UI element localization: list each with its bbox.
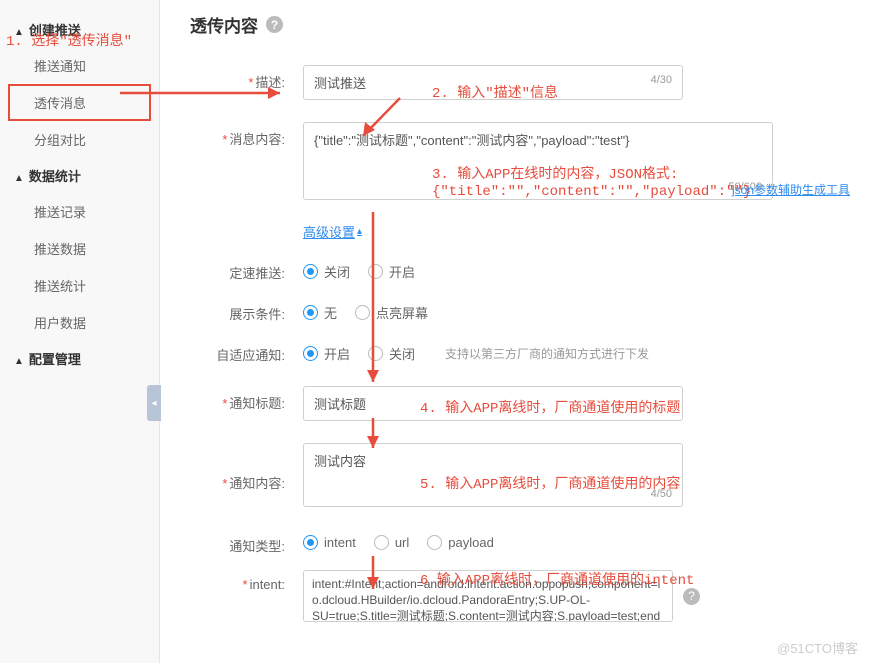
sidebar-item-transparent-msg[interactable]: 透传消息	[8, 84, 151, 121]
ncontent-value: 测试内容	[314, 454, 366, 469]
intent-help-icon[interactable]: ?	[683, 588, 700, 605]
intent-textarea[interactable]	[303, 570, 673, 622]
cond-label: 展示条件:	[190, 297, 285, 323]
msg-label: *消息内容:	[190, 122, 285, 148]
sidebar-collapse-toggle[interactable]: ◂	[147, 385, 161, 421]
cond-radio-screen[interactable]: 点亮屏幕	[355, 303, 428, 322]
notify-content-textarea[interactable]: 测试内容 4/50	[303, 443, 683, 507]
adapt-radio-on[interactable]: 开启	[303, 344, 350, 363]
main-content: 透传内容 ? *描述: 测试推送 4/30 *消息内容: {"title":"测…	[160, 0, 870, 663]
watermark: @51CTO博客	[777, 638, 858, 657]
help-icon[interactable]: ?	[266, 16, 283, 33]
notify-title-input[interactable]: 测试标题	[303, 386, 683, 421]
desc-value: 测试推送	[314, 76, 366, 91]
sidebar-group-config[interactable]: 配置管理	[0, 341, 159, 376]
intent-label: *intent:	[190, 570, 285, 592]
ntype-radio-url[interactable]: url	[374, 535, 409, 550]
sidebar-item-push-record[interactable]: 推送记录	[0, 193, 159, 230]
desc-counter: 4/30	[651, 74, 672, 86]
page-title-text: 透传内容	[190, 12, 258, 37]
advanced-settings-toggle[interactable]: 高级设置	[303, 222, 362, 241]
json-tool-link[interactable]: json参数辅助生成工具	[732, 181, 850, 198]
speed-radio-off[interactable]: 关闭	[303, 262, 350, 281]
speed-label: 定速推送:	[190, 256, 285, 282]
page-title: 透传内容 ?	[190, 12, 842, 37]
desc-label: *描述:	[190, 65, 285, 91]
ncontent-counter: 4/50	[651, 488, 672, 500]
desc-input[interactable]: 测试推送 4/30	[303, 65, 683, 100]
cond-radio-none[interactable]: 无	[303, 303, 337, 322]
sidebar: 创建推送 推送通知 透传消息 分组对比 数据统计 推送记录 推送数据 推送统计 …	[0, 0, 160, 663]
adapt-label: 自适应通知:	[190, 338, 285, 364]
msg-value: {"title":"测试标题","content":"测试内容","payloa…	[314, 133, 630, 148]
ncontent-label: *通知内容:	[190, 443, 285, 492]
ntitle-value: 测试标题	[314, 397, 366, 412]
adapt-radio-off[interactable]: 关闭	[368, 344, 415, 363]
sidebar-group-stats[interactable]: 数据统计	[0, 158, 159, 193]
sidebar-item-group-compare[interactable]: 分组对比	[0, 121, 159, 158]
sidebar-group-create[interactable]: 创建推送	[0, 12, 159, 47]
ntype-label: 通知类型:	[190, 529, 285, 555]
sidebar-item-push-data[interactable]: 推送数据	[0, 230, 159, 267]
sidebar-item-push-notify[interactable]: 推送通知	[0, 47, 159, 84]
ntype-radio-intent[interactable]: intent	[303, 535, 356, 550]
sidebar-item-push-stats[interactable]: 推送统计	[0, 267, 159, 304]
speed-radio-on[interactable]: 开启	[368, 262, 415, 281]
adapt-hint: 支持以第三方厂商的通知方式进行下发	[445, 345, 649, 362]
ntype-radio-payload[interactable]: payload	[427, 535, 494, 550]
sidebar-item-user-data[interactable]: 用户数据	[0, 304, 159, 341]
ntitle-label: *通知标题:	[190, 386, 285, 412]
msg-content-textarea[interactable]: {"title":"测试标题","content":"测试内容","payloa…	[303, 122, 773, 200]
